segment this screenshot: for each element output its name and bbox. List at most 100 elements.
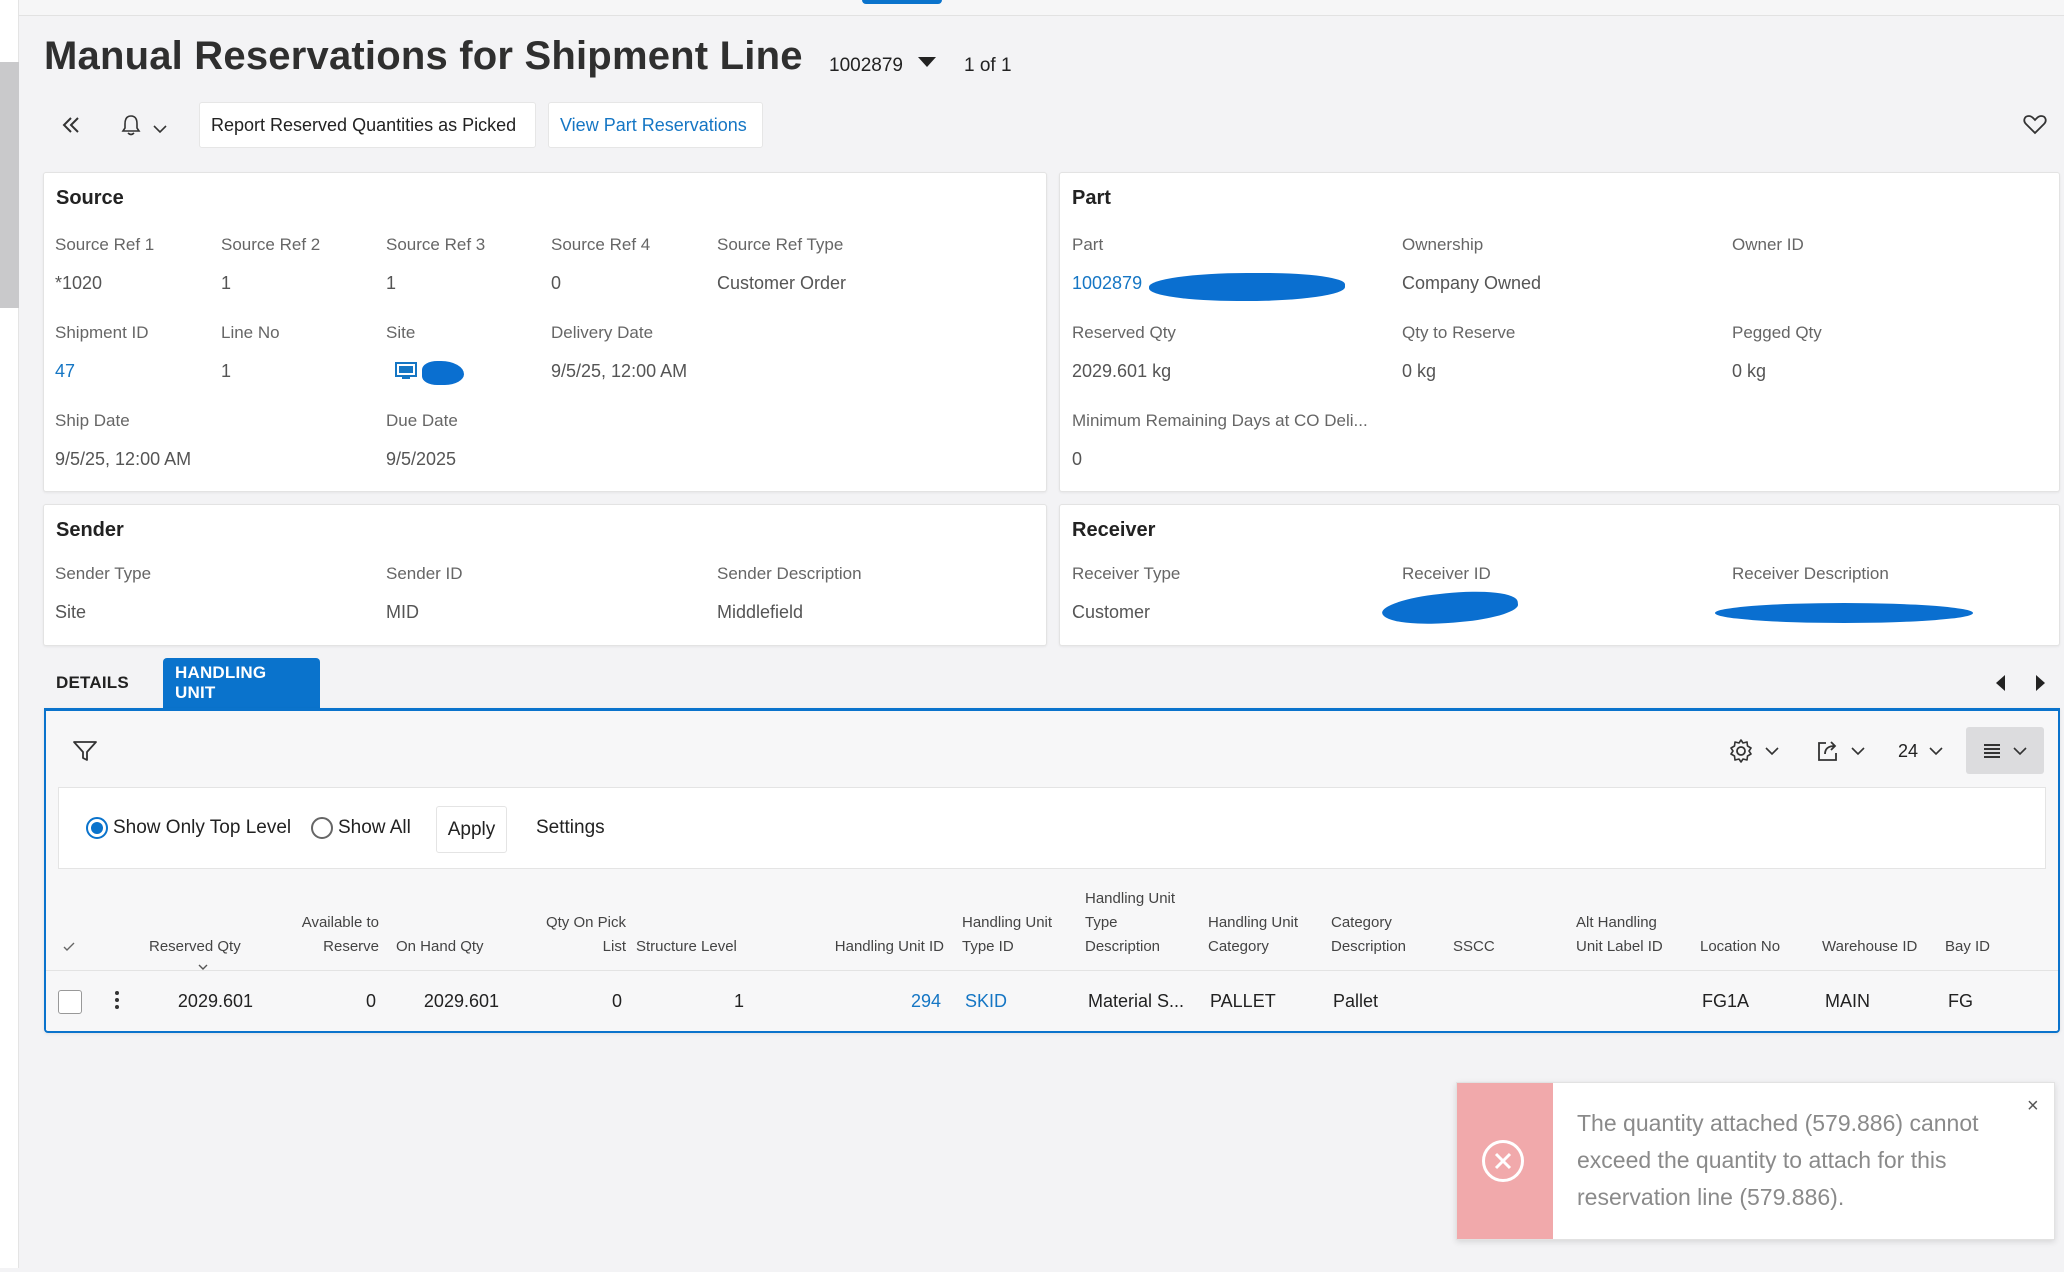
apply-button[interactable]: Apply (436, 806, 507, 853)
collapse-back-icon[interactable] (56, 110, 86, 140)
sender-id-value: MID (386, 602, 419, 622)
column-header[interactable]: Category Description (1331, 887, 1406, 959)
select-all-checkmark-icon[interactable] (62, 940, 76, 954)
cell-handling-unit-type-id[interactable]: SKID (965, 991, 1007, 1012)
column-header[interactable]: Qty On Pick List (486, 887, 626, 959)
source-ref-4-value: 0 (551, 273, 562, 293)
cell-available-to-reserve: 0 (365, 991, 376, 1011)
sender-card-title: Sender (56, 519, 124, 541)
source-ref-type-value: Customer Order (717, 273, 847, 293)
column-header[interactable]: Alt Handling Unit Label ID (1576, 887, 1663, 959)
tab-handling-unit[interactable]: HANDLING UNIT (163, 658, 320, 708)
field-label: Minimum Remaining Days at CO Deli... (1072, 411, 1368, 430)
settings-link[interactable]: Settings (536, 817, 605, 839)
column-header[interactable]: Location No (1700, 887, 1780, 959)
export-icon[interactable] (1816, 737, 1870, 765)
field-label: Source Ref 2 (221, 235, 321, 254)
view-mode-list-button[interactable] (1966, 727, 2044, 774)
top-active-indicator (862, 0, 942, 4)
column-header-line: Available to (301, 914, 379, 931)
column-header-line: Description (1085, 938, 1161, 955)
source-ref-3-value: 1 (386, 273, 397, 293)
field-label: Site (386, 323, 416, 342)
pegged-qty-value: 0 kg (1732, 361, 1767, 381)
show-only-top-level-label[interactable]: Show Only Top Level (113, 817, 291, 839)
show-all-label[interactable]: Show All (338, 817, 411, 839)
column-header-line (636, 911, 737, 935)
cell-location-no: FG1A (1702, 991, 1750, 1011)
show-only-top-level-radio[interactable] (86, 817, 108, 839)
top-strip (19, 0, 2064, 16)
column-header-line: Qty On Pick (545, 914, 626, 931)
source-ref-2-value: 1 (221, 273, 232, 293)
column-header-line: Bay ID (1945, 938, 1991, 955)
column-header[interactable]: Handling Unit Type Description (1085, 887, 1175, 959)
column-header[interactable]: Structure Level (636, 887, 737, 959)
column-header[interactable]: Handling Unit ID (804, 887, 944, 959)
column-header-line (1822, 911, 1917, 935)
field-label: Source Ref 3 (386, 235, 486, 254)
column-header-line: Handling Unit (962, 914, 1053, 931)
handling-unit-filter-box: Show Only Top Level Show All Apply Setti… (58, 787, 2046, 869)
column-header-line (1945, 911, 1990, 935)
receiver-card-title: Receiver (1072, 519, 1156, 541)
toast-close-icon[interactable]: × (2027, 1095, 2039, 1118)
show-all-radio[interactable] (311, 817, 333, 839)
row-select-checkbox[interactable] (58, 990, 82, 1014)
report-reserved-quantities-button[interactable]: Report Reserved Quantities as Picked (199, 102, 536, 148)
favorite-heart-icon[interactable] (2020, 110, 2050, 138)
redacted-site (422, 361, 464, 385)
record-dropdown-icon[interactable] (918, 57, 936, 67)
notification-bell-icon[interactable] (116, 110, 172, 140)
tab-scroll-left-icon[interactable] (1996, 675, 2005, 691)
field-label: Sender Description (717, 564, 862, 583)
sender-description-value: Middlefield (717, 602, 804, 622)
column-header-line: Location No (1700, 938, 1781, 955)
sender-type-value: Site (55, 602, 87, 622)
field-label: Sender Type (55, 564, 152, 583)
cell-bay-id: FG (1948, 991, 1973, 1011)
column-header-line (1576, 887, 1663, 911)
cell-warehouse-id: MAIN (1825, 991, 1870, 1011)
column-header[interactable]: Handling Unit Type ID (962, 887, 1052, 959)
column-header-line (396, 911, 484, 935)
source-card: Source Source Ref 1 *1020 Source Ref 2 1… (43, 172, 1047, 492)
line-no-value: 1 (221, 361, 232, 381)
column-header[interactable]: Reserved Qty (149, 887, 241, 959)
column-header[interactable]: Bay ID (1945, 887, 1990, 959)
page-size-selector[interactable]: 24 (1898, 737, 1948, 765)
column-header-line (804, 887, 944, 911)
field-label: Qty to Reserve (1402, 323, 1516, 342)
shipment-id-link[interactable]: 47 (55, 361, 75, 382)
column-header[interactable]: On Hand Qty (396, 887, 484, 959)
site-screen-icon[interactable] (395, 362, 417, 380)
column-header-line: Handling Unit ID (834, 938, 944, 955)
column-header-line (149, 911, 241, 935)
column-header[interactable]: Available to Reserve (239, 887, 379, 959)
left-scrollbar-thumb[interactable] (0, 62, 19, 308)
left-scrollbar[interactable] (0, 0, 19, 1268)
page-size-value: 24 (1898, 740, 1919, 761)
field-label: Shipment ID (55, 323, 149, 342)
record-pager: 1 of 1 (964, 55, 1012, 76)
column-header-line: Alt Handling (1576, 914, 1657, 931)
column-header[interactable]: SSCC (1453, 887, 1495, 959)
field-label: Receiver Description (1732, 564, 1889, 583)
row-actions-kebab-icon[interactable] (114, 988, 120, 1012)
record-selector[interactable]: 1002879 (829, 55, 903, 77)
header-divider (46, 970, 2058, 971)
tab-scroll-right-icon[interactable] (2036, 675, 2045, 691)
redacted-receiver-id (1380, 585, 1520, 631)
part-link[interactable]: 1002879 (1072, 273, 1142, 294)
cell-handling-unit-id[interactable]: 294 (821, 991, 941, 1012)
cell-on-hand-qty: 2029.601 (423, 991, 499, 1011)
grid-settings-gear-icon[interactable] (1728, 737, 1782, 765)
column-header-line (239, 887, 379, 911)
tab-details[interactable]: DETAILS (44, 658, 141, 708)
column-header[interactable]: Handling Unit Category (1208, 887, 1298, 959)
view-part-reservations-button[interactable]: View Part Reservations (548, 102, 763, 148)
filter-icon[interactable] (72, 738, 98, 764)
error-x-circle-icon (1482, 1140, 1524, 1182)
field-label: Ship Date (55, 411, 130, 430)
column-header[interactable]: Warehouse ID (1822, 887, 1917, 959)
